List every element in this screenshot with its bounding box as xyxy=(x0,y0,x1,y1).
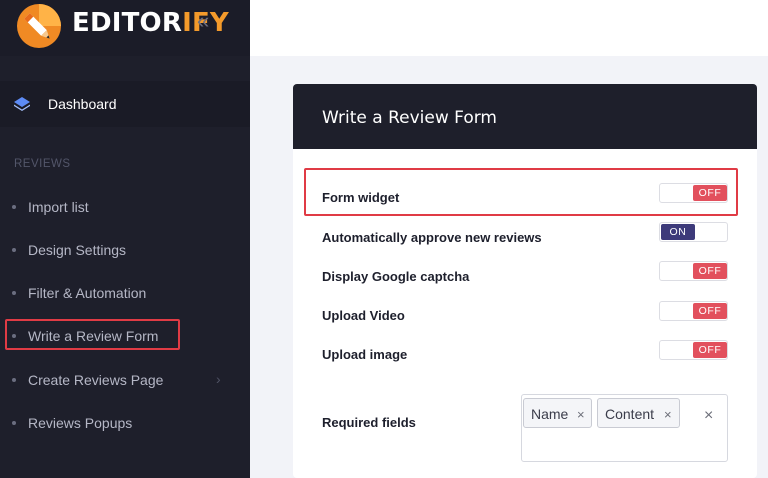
bullet-icon xyxy=(12,248,16,252)
sidebar-item-dashboard[interactable]: Dashboard xyxy=(0,81,250,127)
remove-tag-icon[interactable]: × xyxy=(664,407,672,422)
highlight-box xyxy=(5,319,180,350)
bullet-icon xyxy=(12,291,16,295)
top-bar xyxy=(250,0,768,56)
sidebar-item-filter-automation[interactable]: Filter & Automation xyxy=(0,279,250,309)
sidebar-item-label: Filter & Automation xyxy=(28,285,147,301)
layers-icon xyxy=(14,97,30,111)
auto-approve-toggle[interactable]: ON xyxy=(659,222,728,242)
required-fields-select[interactable]: Name × Content × × xyxy=(521,394,728,462)
sidebar-item-label: Import list xyxy=(28,199,89,215)
brand-header: EDITORIFY « xyxy=(0,0,250,56)
tag-label: Name xyxy=(531,406,569,422)
card-title: Write a Review Form xyxy=(322,108,497,128)
chevrons-left-icon[interactable]: « xyxy=(197,10,209,32)
toggle-state: ON xyxy=(661,224,695,240)
toggle-state: OFF xyxy=(693,342,727,358)
toggle-state: OFF xyxy=(693,185,727,201)
chevron-right-icon: › xyxy=(216,371,221,387)
setting-label-google-captcha: Display Google captcha xyxy=(322,269,470,284)
sidebar-item-import-list[interactable]: Import list xyxy=(0,193,250,223)
required-fields-label: Required fields xyxy=(322,415,416,430)
toggle-state: OFF xyxy=(693,303,727,319)
form-widget-toggle[interactable]: OFF xyxy=(659,183,728,203)
sidebar-item-reviews-popups[interactable]: Reviews Popups xyxy=(0,409,250,439)
tag-content: Content × xyxy=(597,398,680,428)
remove-tag-icon[interactable]: × xyxy=(577,407,585,422)
sidebar-item-label: Create Reviews Page xyxy=(28,372,164,388)
toggle-state: OFF xyxy=(693,263,727,279)
logo-icon xyxy=(17,4,61,48)
setting-label-upload-image: Upload image xyxy=(322,347,408,362)
upload-video-toggle[interactable]: OFF xyxy=(659,301,728,321)
upload-image-toggle[interactable]: OFF xyxy=(659,340,728,360)
tag-name: Name × xyxy=(523,398,592,428)
bullet-icon xyxy=(12,378,16,382)
sidebar: EDITORIFY « Dashboard REVIEWS Import lis… xyxy=(0,0,250,478)
bullet-icon xyxy=(12,205,16,209)
sidebar-item-label: Design Settings xyxy=(28,242,127,258)
google-captcha-toggle[interactable]: OFF xyxy=(659,261,728,281)
sidebar-item-label: Reviews Popups xyxy=(28,415,133,431)
setting-label-auto-approve: Automatically approve new reviews xyxy=(322,230,542,245)
sidebar-item-create-reviews-page[interactable]: Create Reviews Page › xyxy=(0,366,250,396)
tag-label: Content xyxy=(605,406,655,422)
card-header: Write a Review Form xyxy=(293,84,757,149)
bullet-icon xyxy=(12,421,16,425)
clear-all-icon[interactable]: × xyxy=(704,407,713,425)
sidebar-section-title: REVIEWS xyxy=(14,158,71,170)
sidebar-item-label: Dashboard xyxy=(48,96,117,112)
setting-label-form-widget: Form widget xyxy=(322,190,400,205)
sidebar-item-design-settings[interactable]: Design Settings xyxy=(0,236,250,266)
setting-label-upload-video: Upload Video xyxy=(322,308,405,323)
